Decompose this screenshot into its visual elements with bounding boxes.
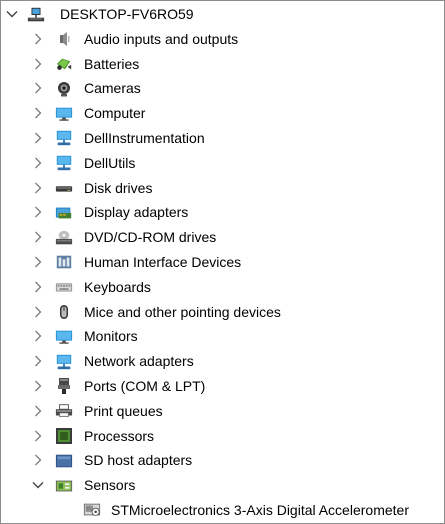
expand-chevron-icon[interactable] — [31, 200, 45, 224]
tree-item-label: Keyboards — [84, 278, 151, 295]
expand-chevron-icon[interactable] — [31, 52, 45, 76]
tree-item-label: Print queues — [84, 402, 163, 419]
expand-chevron-icon[interactable] — [31, 126, 45, 150]
camera-icon — [55, 80, 73, 97]
tree-item-label: Audio inputs and outputs — [84, 30, 239, 47]
tree-item-label: DellInstrumentation — [84, 129, 205, 146]
tree-item-ports-com-lpt[interactable]: Ports (COM & LPT) — [1, 374, 444, 399]
expand-chevron-icon[interactable] — [31, 27, 45, 51]
tree-item-stmicroelectronics-3-axis-digital-accelerometer[interactable]: STMicroelectronics 3-Axis Digital Accele… — [1, 498, 444, 523]
tree-item-dellutils[interactable]: DellUtils — [1, 151, 444, 176]
device-tree[interactable]: DESKTOP-FV6RO59 Audio inputs and outputs… — [1, 2, 444, 523]
accelerometer-icon — [83, 502, 101, 519]
expand-chevron-icon[interactable] — [31, 76, 45, 100]
sd-adapter-icon — [55, 452, 73, 469]
mouse-icon — [55, 304, 73, 321]
computer-root-icon — [27, 6, 45, 23]
tree-item-keyboards[interactable]: Keyboards — [1, 275, 444, 300]
tree-item-computer[interactable]: Computer — [1, 101, 444, 126]
collapse-chevron-icon[interactable] — [31, 473, 45, 497]
dvd-drive-icon — [55, 229, 73, 246]
tree-item-disk-drives[interactable]: Disk drives — [1, 176, 444, 201]
tree-item-label: SD host adapters — [84, 452, 193, 469]
tree-item-dellinstrumentation[interactable]: DellInstrumentation — [1, 126, 444, 151]
expand-chevron-icon[interactable] — [31, 324, 45, 348]
expand-chevron-icon[interactable] — [31, 101, 45, 125]
tree-item-sd-host-adapters[interactable]: SD host adapters — [1, 448, 444, 473]
tree-item-label: Network adapters — [84, 353, 194, 370]
expand-chevron-icon[interactable] — [31, 424, 45, 448]
tree-item-label: Disk drives — [84, 179, 153, 196]
expand-chevron-icon[interactable] — [31, 300, 45, 324]
root-label: DESKTOP-FV6RO59 — [60, 6, 194, 22]
tree-item-label: DVD/CD-ROM drives — [84, 229, 217, 246]
tree-item-processors[interactable]: Processors — [1, 424, 444, 449]
printer-icon — [55, 403, 73, 420]
tree-item-display-adapters[interactable]: Display adapters — [1, 200, 444, 225]
tree-item-label: Ports (COM & LPT) — [84, 377, 206, 394]
tree-item-monitors[interactable]: Monitors — [1, 324, 444, 349]
monitor-icon — [55, 328, 73, 345]
tree-item-label: Human Interface Devices — [84, 253, 242, 270]
speaker-icon — [55, 31, 73, 48]
tree-item-label: Sensors — [84, 477, 136, 494]
tree-item-batteries[interactable]: Batteries — [1, 52, 444, 77]
tree-item-sensors[interactable]: Sensors — [1, 473, 444, 498]
battery-icon — [55, 56, 73, 73]
expand-chevron-icon[interactable] — [31, 349, 45, 373]
tree-item-audio-inputs-and-outputs[interactable]: Audio inputs and outputs — [1, 27, 444, 52]
tree-item-label: DellUtils — [84, 154, 136, 171]
port-icon — [55, 378, 73, 395]
tree-item-label: Computer — [84, 105, 146, 122]
disk-drive-icon — [55, 180, 73, 197]
tree-item-dvd-cd-rom-drives[interactable]: DVD/CD-ROM drives — [1, 225, 444, 250]
expand-chevron-icon[interactable] — [31, 151, 45, 175]
processor-icon — [55, 428, 73, 445]
tree-item-label: Monitors — [84, 328, 138, 345]
expand-chevron-icon[interactable] — [31, 275, 45, 299]
hid-icon — [55, 254, 73, 271]
tree-item-human-interface-devices[interactable]: Human Interface Devices — [1, 250, 444, 275]
tree-item-cameras[interactable]: Cameras — [1, 76, 444, 101]
tree-item-mice-and-other-pointing-devices[interactable]: Mice and other pointing devices — [1, 300, 444, 325]
tree-item-label: Cameras — [84, 80, 141, 97]
collapse-chevron-icon[interactable] — [5, 2, 19, 26]
tree-item-network-adapters[interactable]: Network adapters — [1, 349, 444, 374]
tree-item-print-queues[interactable]: Print queues — [1, 399, 444, 424]
tree-item-label: Batteries — [84, 55, 140, 72]
tree-item-label: Display adapters — [84, 204, 189, 221]
display-adapter-icon — [55, 204, 73, 221]
tree-root-desktop[interactable]: DESKTOP-FV6RO59 — [1, 2, 444, 27]
expand-chevron-icon[interactable] — [31, 399, 45, 423]
expand-chevron-icon[interactable] — [31, 448, 45, 472]
expand-chevron-icon[interactable] — [31, 225, 45, 249]
expand-chevron-icon[interactable] — [31, 176, 45, 200]
network-adapter-icon — [55, 353, 73, 370]
device-manager-tree-panel: DESKTOP-FV6RO59 Audio inputs and outputs… — [0, 0, 445, 524]
keyboard-icon — [55, 279, 73, 296]
expand-chevron-icon[interactable] — [31, 250, 45, 274]
tree-item-label: Mice and other pointing devices — [84, 303, 281, 320]
tree-item-label: Processors — [84, 427, 155, 444]
monitor-icon — [55, 105, 73, 122]
network-device-icon — [55, 130, 73, 147]
tree-item-label: STMicroelectronics 3-Axis Digital Accele… — [111, 501, 409, 518]
sensor-icon — [55, 477, 73, 494]
network-device-icon — [55, 155, 73, 172]
expand-chevron-icon[interactable] — [31, 374, 45, 398]
